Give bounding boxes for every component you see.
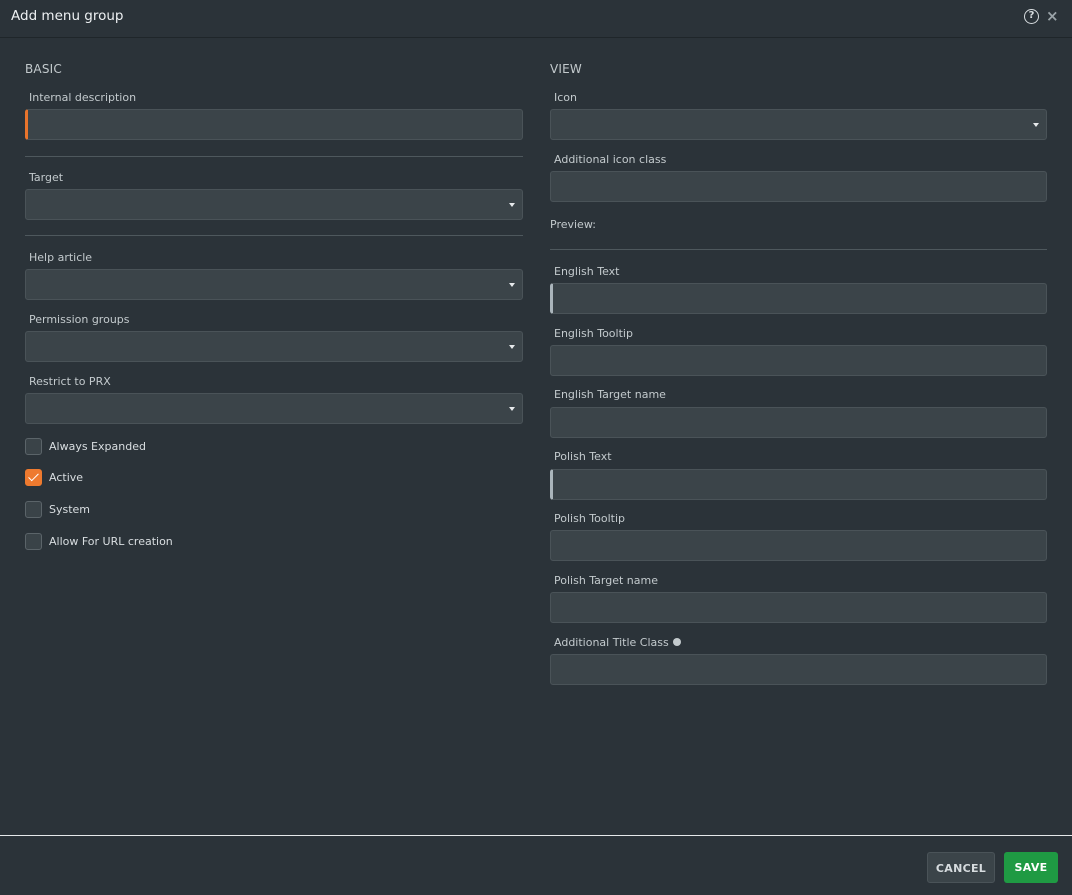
restrict-to-prx-select[interactable]: [25, 393, 523, 424]
polish-tooltip-input[interactable]: [550, 530, 1047, 561]
english-target-name-label: English Target name: [554, 388, 666, 401]
allow-url-creation-label: Allow For URL creation: [49, 535, 173, 548]
save-button[interactable]: SAVE: [1004, 852, 1058, 883]
dialog-header: Add menu group ? ×: [0, 0, 1072, 38]
view-section-title: VIEW: [550, 62, 582, 76]
english-text-input[interactable]: [550, 283, 1047, 314]
active-checkbox[interactable]: [25, 469, 42, 486]
info-icon[interactable]: [672, 638, 681, 646]
target-label: Target: [29, 171, 64, 184]
english-text-label: English Text: [554, 265, 620, 278]
divider: [25, 156, 523, 157]
divider: [25, 235, 523, 236]
dialog-title: Add menu group: [11, 8, 124, 24]
polish-tooltip-label: Polish Tooltip: [554, 512, 626, 525]
additional-title-class-label-wrapper: Additional Title Class: [554, 636, 681, 649]
polish-text-input[interactable]: [550, 469, 1047, 500]
help-article-select[interactable]: [25, 269, 523, 300]
target-select[interactable]: [25, 189, 523, 220]
internal-description-input[interactable]: [25, 109, 523, 140]
cancel-button[interactable]: CANCEL: [927, 852, 995, 883]
permission-groups-select[interactable]: [25, 331, 523, 362]
system-label: System: [49, 503, 91, 516]
additional-icon-class-label: Additional icon class: [554, 153, 667, 166]
restrict-to-prx-label: Restrict to PRX: [29, 375, 111, 388]
permission-groups-label: Permission groups: [29, 313, 130, 326]
additional-title-class-input[interactable]: [550, 654, 1047, 685]
caret-down-icon: [509, 203, 515, 207]
caret-down-icon: [1033, 123, 1039, 127]
help-article-label: Help article: [29, 251, 93, 264]
active-label: Active: [49, 471, 84, 484]
icon-label: Icon: [554, 91, 577, 104]
additional-title-class-label: Additional Title Class: [554, 636, 669, 649]
close-icon[interactable]: ×: [1046, 9, 1059, 24]
always-expanded-label: Always Expanded: [49, 440, 146, 453]
system-checkbox[interactable]: [25, 501, 42, 518]
english-tooltip-label: English Tooltip: [554, 327, 633, 340]
polish-target-name-label: Polish Target name: [554, 574, 659, 587]
additional-icon-class-input[interactable]: [550, 171, 1047, 202]
allow-url-creation-checkbox[interactable]: [25, 533, 42, 550]
always-expanded-checkbox[interactable]: [25, 438, 42, 455]
question-circle-icon[interactable]: ?: [1024, 9, 1039, 24]
checkmark-icon: [28, 470, 39, 482]
divider: [550, 249, 1047, 250]
english-target-name-input[interactable]: [550, 407, 1047, 438]
caret-down-icon: [509, 407, 515, 411]
polish-target-name-input[interactable]: [550, 592, 1047, 623]
dialog-footer: [0, 835, 1072, 895]
internal-description-label: Internal description: [29, 91, 137, 104]
icon-select[interactable]: [550, 109, 1047, 140]
polish-text-label: Polish Text: [554, 450, 612, 463]
basic-section-title: BASIC: [25, 62, 62, 76]
caret-down-icon: [509, 345, 515, 349]
preview-label: Preview:: [550, 218, 596, 231]
english-tooltip-input[interactable]: [550, 345, 1047, 376]
caret-down-icon: [509, 283, 515, 287]
